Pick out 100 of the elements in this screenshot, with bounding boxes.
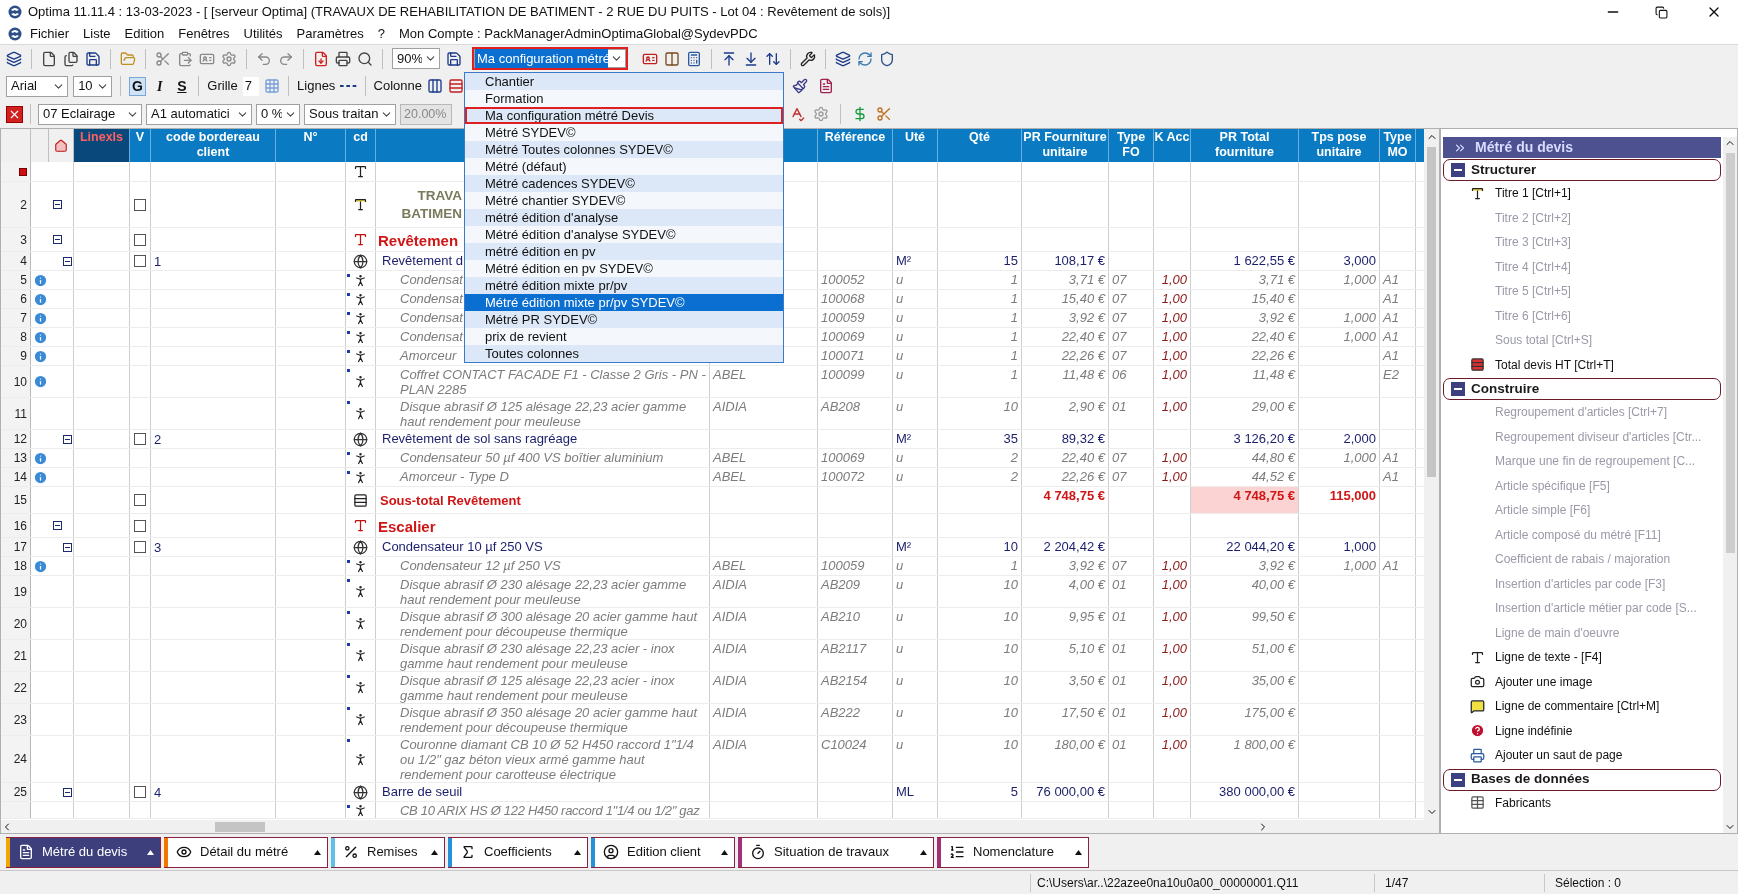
bottom-tab[interactable]: Situation de travaux xyxy=(738,836,934,868)
grid-label: Grille xyxy=(207,77,238,96)
font-size-dropdown[interactable]: 10 xyxy=(73,75,112,97)
row-header[interactable]: 17 xyxy=(1,538,31,556)
column-header[interactable]: K Acc xyxy=(1154,129,1190,162)
menu-option[interactable]: Métré SYDEV© xyxy=(465,124,783,141)
window-title: Optima 11.11.4 : 13-03-2023 - [ [serveur Optima] (TRAVAUX DE REHABILITATION DE BATIMENT - 2 RUE DU PUITS - Lot 04 : Revêtement de sols)] xyxy=(28,3,891,22)
table-cell-text: C10024 xyxy=(820,736,868,754)
designation-text: Revêtement de sol sans ragréage xyxy=(382,430,579,448)
table-cell-text: 10 xyxy=(1002,398,1019,416)
row-header[interactable]: 23 xyxy=(1,704,31,735)
bottom-tab[interactable]: Remises xyxy=(331,836,445,868)
menu-option[interactable]: Métré Toutes colonnes SYDEV© xyxy=(465,141,783,158)
menu-option[interactable]: métré édition mixte pr/pv xyxy=(465,277,783,294)
lot-dropdown[interactable]: 07 Eclairage xyxy=(38,103,142,125)
panel-item[interactable]: Ajouter un saut de page xyxy=(1495,746,1623,765)
row-header[interactable]: 11 xyxy=(1,398,31,429)
column-header[interactable]: cd xyxy=(353,129,368,162)
row-header[interactable]: 13 xyxy=(1,449,31,467)
menu-item[interactable]: ? xyxy=(377,24,385,44)
menu-option[interactable]: Métré chantier SYDEV© xyxy=(465,192,783,209)
column-header[interactable]: Uté xyxy=(904,129,926,162)
section-header[interactable]: Bases de données xyxy=(1443,768,1721,791)
menu-option[interactable]: Métré (défaut) xyxy=(465,158,783,175)
row-header[interactable]: 7 xyxy=(1,309,31,327)
bottom-tab[interactable]: Nomenclature xyxy=(937,836,1089,868)
panel-item[interactable]: Fabricants xyxy=(1495,793,1552,812)
menu-item[interactable]: Paramètres xyxy=(296,24,364,44)
table-cell-text: 4 xyxy=(153,784,163,800)
bottom-tab[interactable]: Métré du devis xyxy=(6,836,161,868)
text-style-button[interactable]: I xyxy=(151,76,169,96)
font-dropdown[interactable]: Arial xyxy=(6,75,69,97)
row-header[interactable]: 2 xyxy=(1,182,31,227)
menu-option[interactable]: métré édition en pv xyxy=(465,243,783,260)
menu-option[interactable]: métré édition d'analyse xyxy=(465,209,783,226)
text-style-button[interactable]: S xyxy=(173,76,191,96)
menu-option[interactable]: Toutes colonnes xyxy=(465,345,783,362)
row-header[interactable]: 25 xyxy=(1,783,31,801)
column-header[interactable]: V xyxy=(135,129,145,162)
menu-option[interactable]: Métré édition mixte pr/pv SYDEV© xyxy=(465,294,783,311)
column-header[interactable]: PR Total fourniture xyxy=(1191,129,1298,162)
row-header[interactable]: 12 xyxy=(1,430,31,448)
panel-item[interactable]: Ligne indéfinie xyxy=(1495,721,1573,740)
menu-item[interactable]: Liste xyxy=(83,24,111,44)
panel-item[interactable]: Ajouter une image xyxy=(1495,672,1593,691)
row-header[interactable]: 18 xyxy=(1,557,31,575)
row-header[interactable]: 5 xyxy=(1,271,31,289)
row-header[interactable]: 9 xyxy=(1,347,31,365)
panel-item[interactable]: Ligne de commentaire [Ctrl+M] xyxy=(1495,697,1660,716)
row-header[interactable]: 22 xyxy=(1,672,31,703)
designation-text: Coffret CONTACT FACADE F1 - Classe 2 Gris - PN - PLAN 2285 xyxy=(400,366,707,397)
panel-item[interactable]: Ligne de texte - [F4] xyxy=(1495,648,1602,667)
column-header[interactable]: PR Fourniture unitaire xyxy=(1022,129,1108,162)
menu-item[interactable]: Fenêtres xyxy=(178,24,230,44)
row-header[interactable]: 4 xyxy=(1,252,31,270)
panel-item[interactable]: Total devis HT [Ctrl+T] xyxy=(1495,355,1614,374)
rate-dropdown[interactable]: 0 % xyxy=(256,103,300,125)
row-header[interactable]: 20 xyxy=(1,608,31,639)
bottom-tab[interactable]: Détail du métré xyxy=(164,836,328,868)
row-header[interactable]: 15 xyxy=(1,487,31,513)
panel-item[interactable]: Titre 1 [Ctrl+1] xyxy=(1495,184,1571,203)
column-header[interactable]: Qté xyxy=(969,129,990,162)
subcontract-dropdown[interactable]: Sous traitan xyxy=(304,103,396,125)
row-header[interactable]: 16 xyxy=(1,514,31,537)
table-cell-text: 100071 xyxy=(820,347,866,365)
zoom-dropdown[interactable]: 90% xyxy=(392,48,440,69)
menu-option[interactable]: Métré édition en pv SYDEV© xyxy=(465,260,783,277)
column-header[interactable]: code bordereau client xyxy=(151,129,275,162)
bottom-tab[interactable]: Edition client xyxy=(591,836,735,868)
menu-item[interactable]: Fichier xyxy=(30,24,69,44)
column-header[interactable]: Type MO xyxy=(1380,129,1415,162)
menu-item[interactable]: Utilités xyxy=(243,24,283,44)
column-header[interactable]: Référence xyxy=(824,129,886,162)
row-header[interactable]: 8 xyxy=(1,328,31,346)
menu-option[interactable]: Métré PR SYDEV© xyxy=(465,311,783,328)
menu-option[interactable]: Ma configuration métré Devis xyxy=(465,107,783,124)
column-header[interactable]: Type FO xyxy=(1109,129,1153,162)
grid-size-field[interactable]: 7 xyxy=(242,76,260,96)
menu-option[interactable]: Métré cadences SYDEV© xyxy=(465,175,783,192)
section-header[interactable]: Construire xyxy=(1443,378,1721,400)
menu-option[interactable]: Chantier xyxy=(465,73,783,90)
labor-type-dropdown[interactable]: A1 automatici xyxy=(146,103,252,125)
text-style-button[interactable]: G xyxy=(128,76,146,96)
menu-item[interactable]: Edition xyxy=(124,24,165,44)
column-header[interactable]: Tps pose unitaire xyxy=(1299,129,1379,162)
row-header[interactable]: 3 xyxy=(1,228,31,251)
row-header[interactable]: 14 xyxy=(1,468,31,486)
row-header[interactable]: 6 xyxy=(1,290,31,308)
section-header[interactable]: Structurer xyxy=(1443,159,1721,181)
menu-option[interactable]: prix de revient xyxy=(465,328,783,345)
row-header[interactable]: 24 xyxy=(1,736,31,782)
row-header[interactable]: 21 xyxy=(1,640,31,671)
menu-option[interactable]: Métré édition d'analyse SYDEV© xyxy=(465,226,783,243)
table-cell-text: 01 xyxy=(1111,608,1128,626)
menu-option[interactable]: Formation xyxy=(465,90,783,107)
bottom-tab[interactable]: Coefficients xyxy=(448,836,588,868)
row-header[interactable]: 19 xyxy=(1,576,31,607)
table-cell-text: AB2117 xyxy=(819,640,868,658)
column-header[interactable]: N° xyxy=(303,129,318,162)
row-header[interactable]: 10 xyxy=(1,366,31,397)
